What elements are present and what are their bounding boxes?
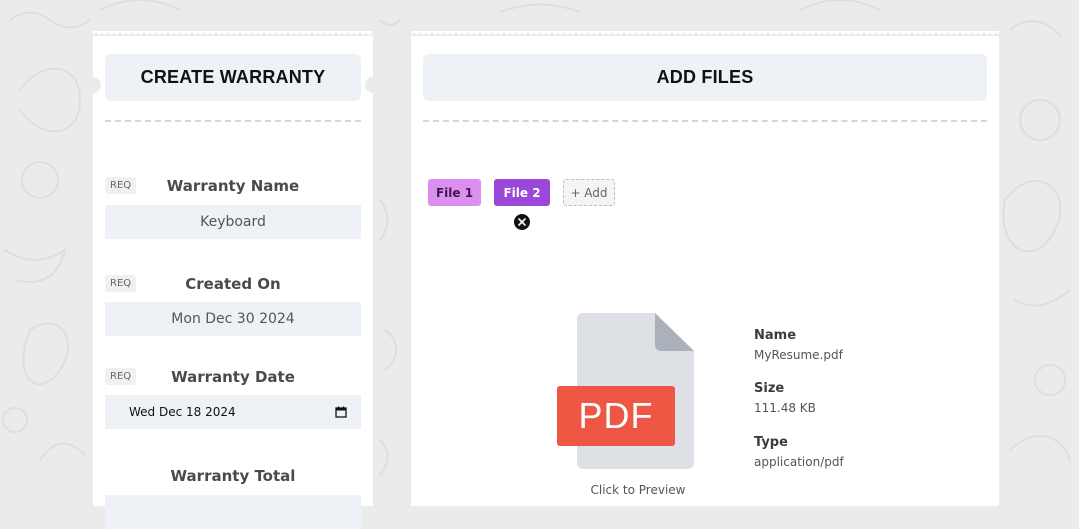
created-on-value: Mon Dec 30 2024: [105, 302, 361, 336]
panel-title: CREATE WARRANTY: [105, 54, 361, 101]
tab-file-2[interactable]: File 2: [494, 179, 550, 206]
size-value: 111.48 KB: [754, 401, 816, 415]
field-label: Warranty Total: [170, 467, 296, 485]
ticket-notch: [365, 77, 381, 93]
warranty-total-field: Warranty Total: [105, 467, 361, 529]
size-label: Size: [754, 381, 785, 396]
name-label: Name: [754, 328, 797, 343]
field-label: Warranty Name: [166, 177, 300, 195]
warranty-date-input[interactable]: Wed Dec 18 2024: [105, 395, 361, 429]
tab-file-1[interactable]: File 1: [428, 179, 481, 206]
zigzag-edge: [411, 31, 999, 37]
file-name-info: Name MyResume.pdf: [754, 328, 843, 362]
created-on-field: REQ Created On Mon Dec 30 2024: [105, 275, 361, 337]
ticket-notch: [85, 77, 101, 93]
date-value: Wed Dec 18 2024: [129, 405, 236, 419]
type-label: Type: [754, 435, 788, 450]
warranty-name-input[interactable]: Keyboard: [105, 205, 361, 239]
field-label: Created On: [185, 275, 281, 293]
create-warranty-panel: CREATE WARRANTY REQ Warranty Name Keyboa…: [93, 31, 373, 529]
perforation-divider: [105, 120, 361, 122]
warranty-total-input[interactable]: [105, 495, 361, 529]
remove-file-button[interactable]: [514, 214, 530, 230]
file-type-info: Type application/pdf: [754, 435, 844, 469]
panel-title: ADD FILES: [423, 54, 987, 101]
click-to-preview-link[interactable]: Click to Preview: [560, 483, 716, 497]
zigzag-edge: [93, 31, 373, 37]
close-icon: [518, 218, 526, 226]
calendar-icon[interactable]: [335, 406, 347, 418]
add-file-button[interactable]: + Add: [563, 179, 615, 206]
type-value: application/pdf: [754, 455, 844, 469]
warranty-name-field: REQ Warranty Name Keyboard: [105, 177, 361, 239]
file-size-info: Size 111.48 KB: [754, 381, 816, 415]
warranty-date-field: REQ Warranty Date Wed Dec 18 2024: [105, 368, 361, 430]
add-files-panel: ADD FILES: [411, 31, 999, 506]
perforation-divider: [423, 120, 987, 122]
pdf-badge: PDF: [557, 386, 675, 446]
field-label: Warranty Date: [171, 368, 295, 386]
name-value: MyResume.pdf: [754, 348, 843, 362]
